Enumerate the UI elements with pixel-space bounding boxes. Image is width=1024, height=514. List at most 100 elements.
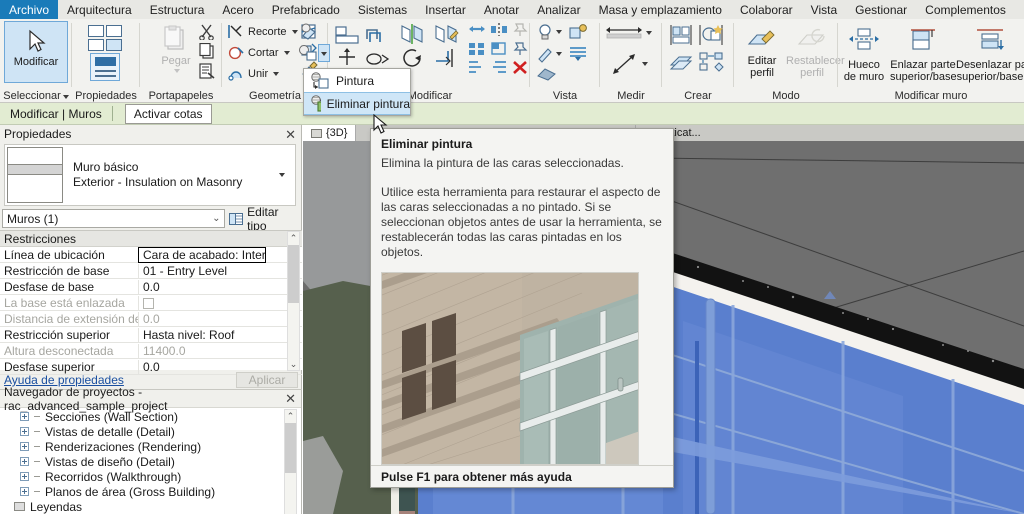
hide-element-button[interactable]: [536, 23, 562, 41]
lines-order-icon[interactable]: [568, 45, 588, 66]
list-item[interactable]: Vistas de diseño (Detail): [0, 454, 301, 469]
paint-icon[interactable]: [300, 23, 320, 44]
paint-split-button[interactable]: [298, 44, 330, 62]
list-item[interactable]: Renderizaciones (Rendering): [0, 439, 301, 454]
cortar-caret-icon[interactable]: [283, 50, 290, 55]
table-row[interactable]: Línea de ubicación Cara de acabado: Inte…: [0, 246, 302, 263]
unir-button[interactable]: Unir: [228, 66, 280, 81]
menu-tab-insertar[interactable]: Insertar: [416, 0, 475, 19]
cortar-button[interactable]: Cortar: [228, 45, 290, 60]
project-browser-close-icon[interactable]: ✕: [285, 392, 296, 405]
paste-caret-icon[interactable]: [174, 69, 180, 73]
scroll-up-icon[interactable]: ⌃: [288, 232, 299, 244]
mirror-draw-icon[interactable]: [434, 23, 462, 48]
type-properties-icon[interactable]: [90, 53, 120, 81]
type-selector-caret-icon[interactable]: [279, 173, 285, 177]
linework-button[interactable]: [536, 45, 562, 63]
create-assembly-icon[interactable]: [668, 51, 694, 76]
properties-scrollbar[interactable]: ⌃ ⌄: [287, 231, 300, 371]
list-item[interactable]: Vistas de detalle (Detail): [0, 424, 301, 439]
table-row[interactable]: Desfase de base 0.0: [0, 279, 302, 295]
category-chevron-down-icon[interactable]: ⌄: [212, 213, 220, 224]
attach-topbase-button[interactable]: Enlazar parte superior/base: [890, 21, 957, 83]
mirror-pick-icon[interactable]: [400, 23, 428, 48]
trim-extend-icon[interactable]: [434, 47, 462, 72]
menu-tab-prefabricado[interactable]: Prefabricado: [263, 0, 349, 19]
type-selector[interactable]: Muro básico Exterior - Insulation on Mas…: [4, 144, 296, 206]
expand-plus-icon[interactable]: [20, 427, 29, 436]
browser-scroll-thumb[interactable]: [285, 423, 296, 473]
match-type-icon[interactable]: [198, 63, 216, 83]
menu-tab-vista[interactable]: Vista: [802, 0, 846, 19]
align-icon[interactable]: [334, 23, 360, 48]
group-icon[interactable]: [468, 41, 486, 59]
menu-tab-colaborar[interactable]: Colaborar: [731, 0, 802, 19]
menu-tab-masa-y-emplazamiento[interactable]: Masa y emplazamiento: [590, 0, 731, 19]
menu-tab-gestionar[interactable]: Gestionar: [846, 0, 916, 19]
create-similar-icon[interactable]: [668, 23, 694, 50]
menu-tab-anotar[interactable]: Anotar: [475, 0, 528, 19]
mirror-axis-icon[interactable]: [490, 22, 508, 40]
scale-icon[interactable]: [490, 41, 508, 59]
measure-between-button[interactable]: [604, 25, 652, 41]
expand-plus-icon[interactable]: [20, 457, 29, 466]
menu-tab-acero[interactable]: Acero: [213, 0, 262, 19]
list-item[interactable]: Leyendas: [0, 499, 301, 514]
menu-tab-estructura[interactable]: Estructura: [141, 0, 214, 19]
align-right-icon[interactable]: [490, 60, 508, 78]
expand-plus-icon[interactable]: [20, 442, 29, 451]
delete-icon[interactable]: [512, 60, 528, 78]
paint-dropdown-arrow-icon[interactable]: [318, 44, 330, 62]
pin-icon[interactable]: [512, 41, 528, 59]
cut-icon[interactable]: [198, 23, 216, 43]
table-row[interactable]: Restricción superior Hasta nivel: Roof: [0, 327, 302, 343]
view-tab-multicategoria[interactable]: e multicat...: [636, 125, 1024, 141]
array-icon[interactable]: [468, 22, 486, 40]
menu-item-eliminar-pintura[interactable]: Eliminar pintura: [304, 92, 410, 115]
unir-caret-icon[interactable]: [273, 71, 280, 76]
prop-value[interactable]: Hasta nivel: Roof: [138, 327, 302, 342]
list-item[interactable]: Planos de área (Gross Building): [0, 484, 301, 499]
properties-scroll-thumb[interactable]: [288, 245, 299, 303]
activate-dimensions-button[interactable]: Activar cotas: [124, 103, 212, 124]
menu-tab-complementos[interactable]: Complementos: [916, 0, 1015, 19]
category-select[interactable]: Muros (1) ⌄: [2, 209, 226, 228]
prop-value[interactable]: Cara de acabado: Interior: [138, 246, 266, 263]
expand-plus-icon[interactable]: [20, 472, 29, 481]
detach-topbase-button[interactable]: Desenlazar partesuperior/base: [956, 21, 1024, 83]
project-browser-scrollbar[interactable]: ⌃: [284, 409, 297, 514]
copy-icon[interactable]: [198, 42, 216, 63]
menu-tab-analizar[interactable]: Analizar: [528, 0, 589, 19]
project-browser-tree[interactable]: Secciones (Wall Section) Vistas de detal…: [0, 409, 301, 514]
align-left-icon[interactable]: [468, 60, 486, 78]
measure-along-button[interactable]: [610, 51, 648, 77]
linework-caret-icon[interactable]: [556, 52, 562, 56]
expand-plus-icon[interactable]: [20, 412, 29, 421]
prop-value[interactable]: 01 - Entry Level: [138, 263, 302, 278]
panel-caret-icon[interactable]: [62, 95, 69, 99]
table-row[interactable]: Restricción de base 01 - Entry Level: [0, 263, 302, 279]
create-group-icon[interactable]: [698, 51, 726, 76]
menu-tab-sistemas[interactable]: Sistemas: [349, 0, 416, 19]
create-part-icon[interactable]: [698, 23, 726, 50]
edit-type-button[interactable]: Editar tipo: [229, 205, 300, 233]
override-icon[interactable]: [536, 65, 558, 84]
prop-value[interactable]: 0.0: [138, 279, 302, 294]
menu-tab-lca-bim[interactable]: LCA BIM: [1015, 0, 1024, 19]
measure-along-caret-icon[interactable]: [642, 62, 648, 66]
view-tab-3d[interactable]: {3D}: [303, 125, 357, 141]
offset-icon[interactable]: [364, 23, 394, 48]
measure-caret-icon[interactable]: [646, 31, 652, 35]
properties-icon[interactable]: [88, 25, 124, 51]
menu-item-pintura[interactable]: Pintura: [304, 69, 410, 92]
paint-dropdown-menu[interactable]: Pintura Eliminar pintura: [303, 68, 411, 116]
list-item[interactable]: Secciones (Wall Section): [0, 409, 301, 424]
hide-caret-icon[interactable]: [556, 30, 562, 34]
wall-opening-button[interactable]: Hueco de muro: [838, 21, 890, 83]
menu-tab-archivo[interactable]: Archivo: [0, 0, 59, 19]
scroll-down-icon[interactable]: ⌄: [288, 358, 299, 370]
properties-close-icon[interactable]: ✕: [285, 128, 296, 141]
unpin-icon[interactable]: [512, 22, 528, 40]
edit-profile-button[interactable]: Editar perfil: [736, 21, 788, 83]
recorte-button[interactable]: Recorte: [228, 24, 298, 39]
